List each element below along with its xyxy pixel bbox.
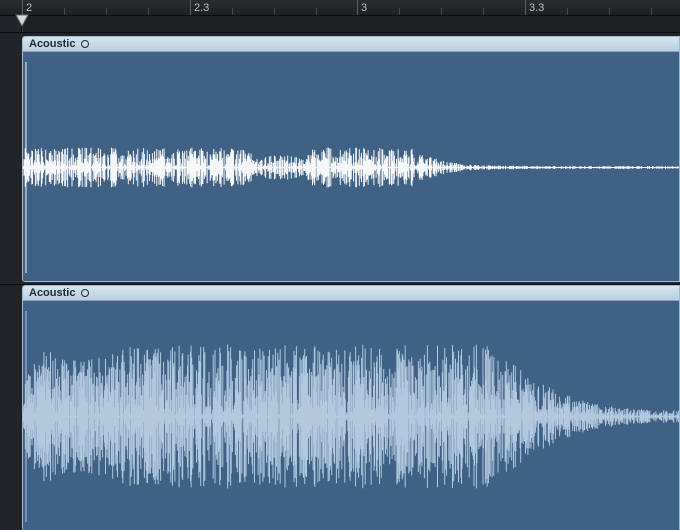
ruler-subtick (274, 8, 275, 16)
track-lane[interactable]: Acoustic (0, 284, 680, 530)
ruler-tick: 3 (357, 0, 367, 16)
ruler-subtick (232, 8, 233, 16)
ruler-subtick (106, 8, 107, 16)
playhead-icon (15, 14, 29, 28)
ruler-tick: 3.3 (525, 0, 544, 16)
loop-icon (81, 289, 89, 297)
timeline-ruler[interactable]: 2 2.3 3 3.3 (0, 0, 680, 16)
waveform-svg (23, 52, 680, 282)
ruler-subtick (651, 8, 652, 16)
ruler-subtick (64, 8, 65, 16)
ruler-subtick (148, 8, 149, 16)
region-name-label: Acoustic (29, 287, 75, 299)
audio-editor-workspace: 2 2.3 3 3.3 Acoustic (0, 0, 680, 530)
waveform-svg (23, 301, 680, 530)
ruler-subtick (399, 8, 400, 16)
ruler-subtick (483, 8, 484, 16)
loop-icon (81, 40, 89, 48)
ruler-tick: 2.3 (190, 0, 209, 16)
ruler-subtick (609, 8, 610, 16)
ruler-subtick (567, 8, 568, 16)
track-lane[interactable]: Acoustic (0, 32, 680, 284)
audio-region[interactable]: Acoustic (22, 285, 680, 530)
ruler-subtick (316, 8, 317, 16)
playhead-handle[interactable] (15, 14, 29, 28)
region-header[interactable]: Acoustic (23, 286, 679, 301)
ruler-subtick (441, 8, 442, 16)
waveform-area[interactable] (23, 52, 679, 282)
region-header[interactable]: Acoustic (23, 37, 679, 52)
waveform-area[interactable] (23, 301, 679, 530)
audio-region[interactable]: Acoustic (22, 36, 680, 282)
region-name-label: Acoustic (29, 38, 75, 50)
